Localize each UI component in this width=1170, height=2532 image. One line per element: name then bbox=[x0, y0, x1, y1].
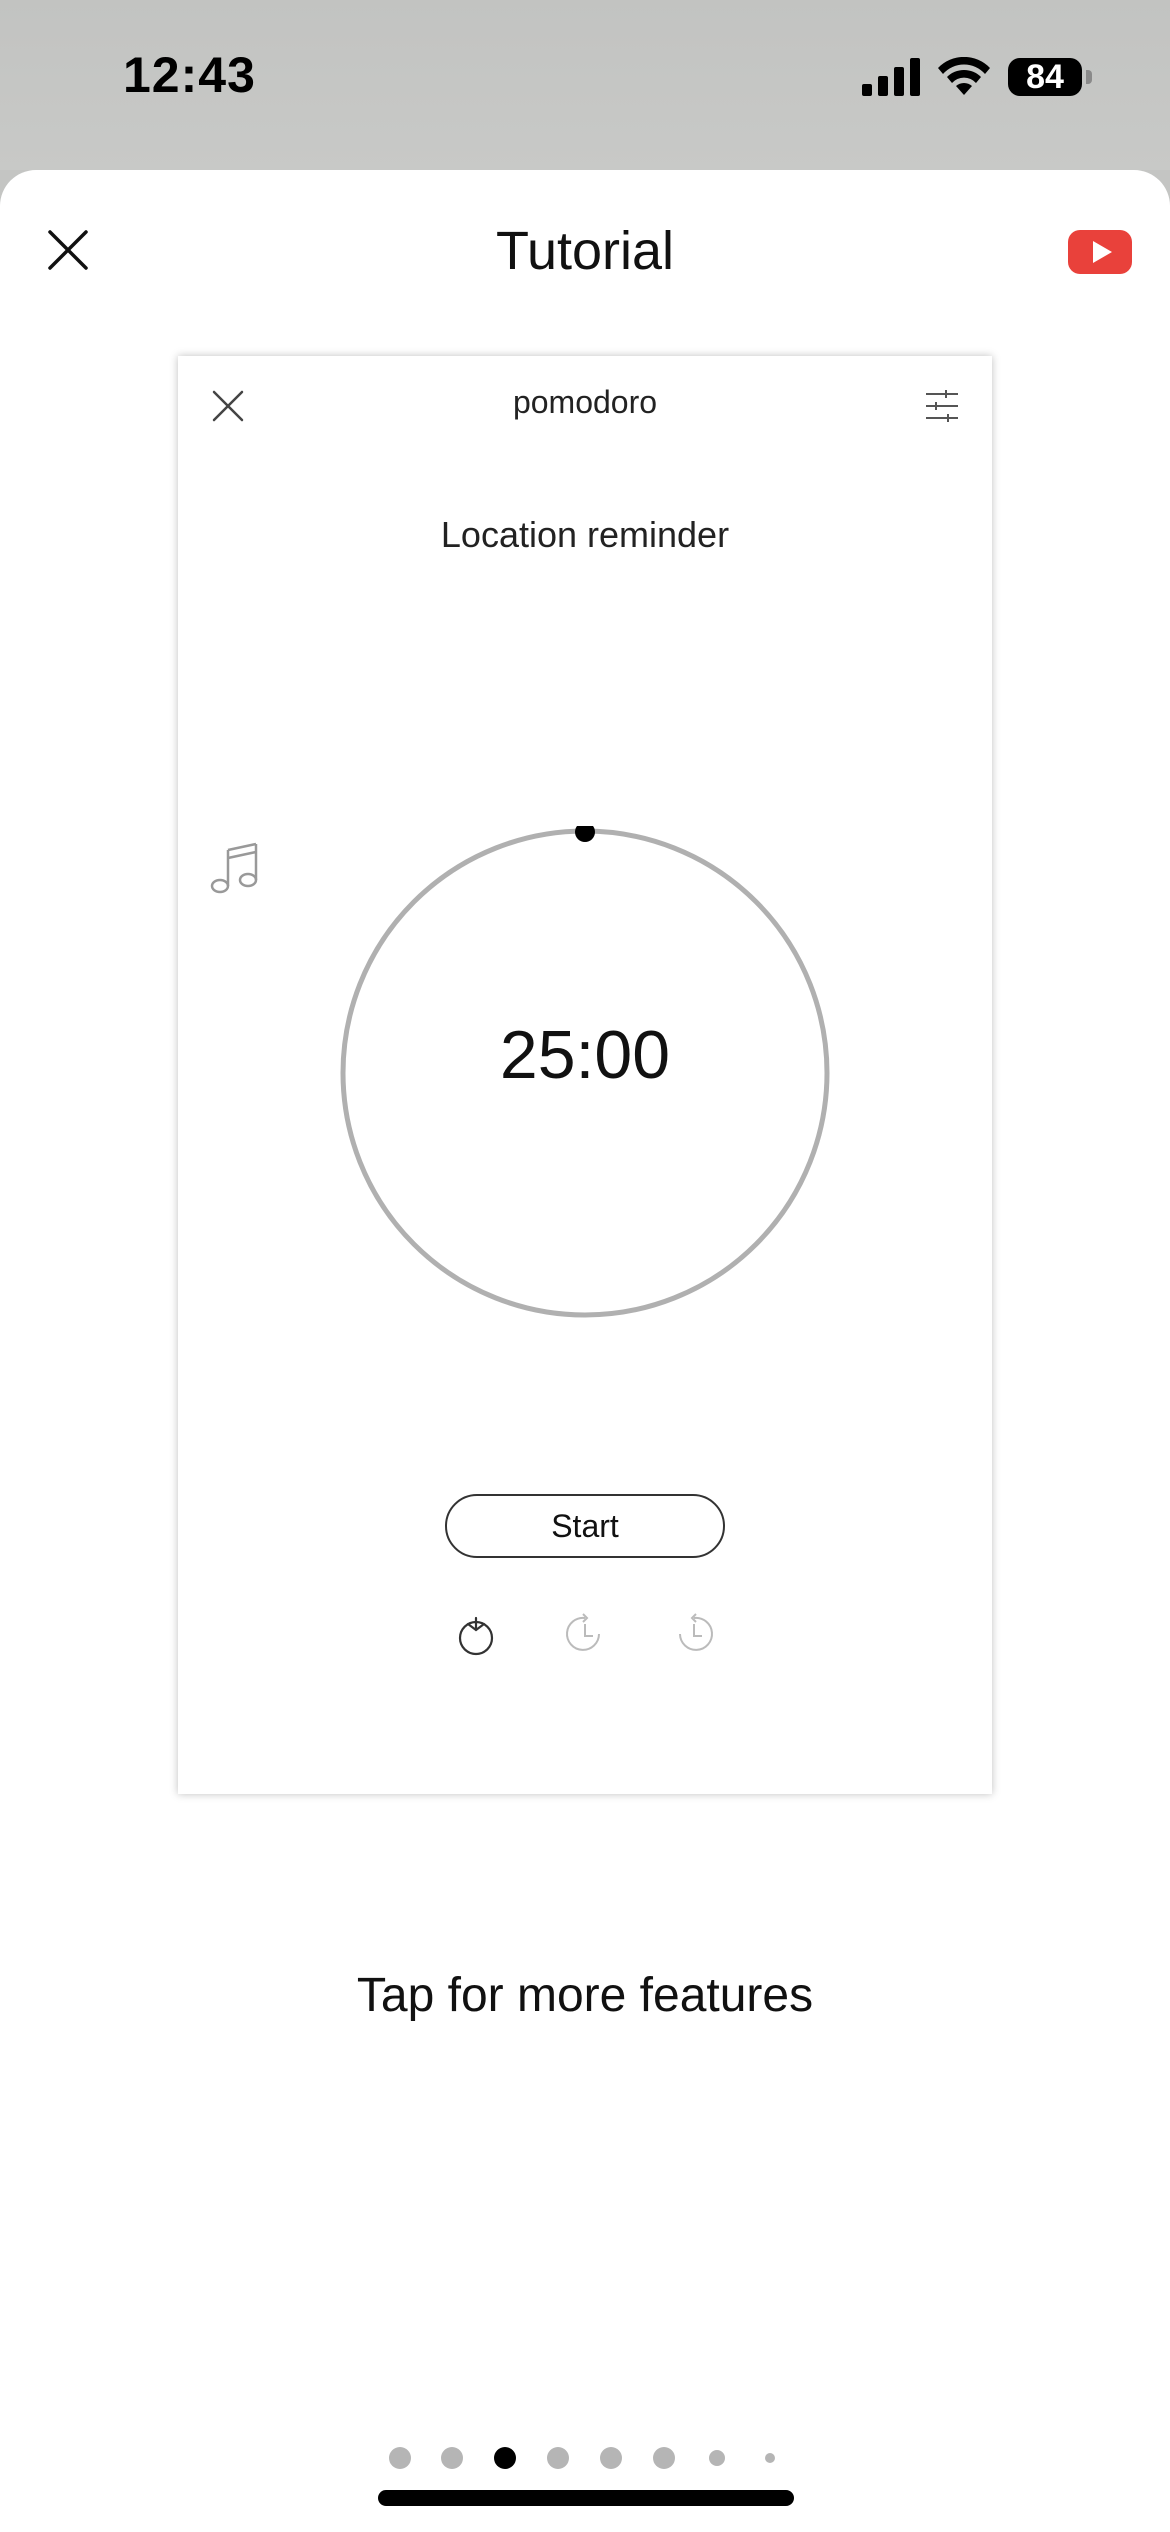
page-dot[interactable] bbox=[441, 2447, 463, 2469]
page-dot[interactable] bbox=[389, 2447, 411, 2469]
page-indicator[interactable] bbox=[0, 2438, 1170, 2478]
video-tutorial-button[interactable] bbox=[1068, 230, 1132, 274]
timer-progress-knob bbox=[575, 826, 595, 842]
page-dot[interactable] bbox=[494, 2447, 516, 2469]
status-bar: 12:43 84 bbox=[0, 0, 1170, 170]
preview-settings-button bbox=[922, 386, 962, 426]
status-icons: 84 bbox=[862, 52, 1092, 102]
tutorial-preview[interactable]: pomodoro Location reminder 25:00 Start bbox=[178, 356, 992, 1794]
tomato-icon bbox=[458, 1616, 494, 1656]
youtube-play-icon bbox=[1068, 230, 1132, 274]
sliders-icon bbox=[926, 390, 958, 422]
battery-indicator: 84 bbox=[1008, 58, 1092, 96]
home-indicator bbox=[378, 2490, 794, 2506]
sheet-header: Tutorial bbox=[0, 170, 1170, 340]
status-time: 12:43 bbox=[123, 47, 256, 103]
page-dot[interactable] bbox=[765, 2453, 775, 2463]
preview-tab-bar bbox=[178, 1612, 992, 1656]
page-dot[interactable] bbox=[600, 2447, 622, 2469]
preview-subtitle: Location reminder bbox=[440, 514, 730, 555]
page-dot[interactable] bbox=[709, 2450, 725, 2466]
timer-display: 25:00 bbox=[499, 1017, 671, 1093]
tutorial-caption: Tap for more features bbox=[356, 1969, 814, 2022]
wifi-icon bbox=[938, 57, 990, 95]
page-dot[interactable] bbox=[547, 2447, 569, 2469]
start-button: Start bbox=[445, 1494, 725, 1558]
page-title: Tutorial bbox=[495, 221, 675, 281]
clock-forward-icon bbox=[566, 1613, 600, 1651]
page-dot[interactable] bbox=[653, 2447, 675, 2469]
preview-title: pomodoro bbox=[512, 384, 658, 420]
music-note-icon bbox=[210, 842, 258, 894]
clock-back-icon bbox=[679, 1613, 713, 1651]
cellular-signal-icon bbox=[862, 58, 920, 96]
